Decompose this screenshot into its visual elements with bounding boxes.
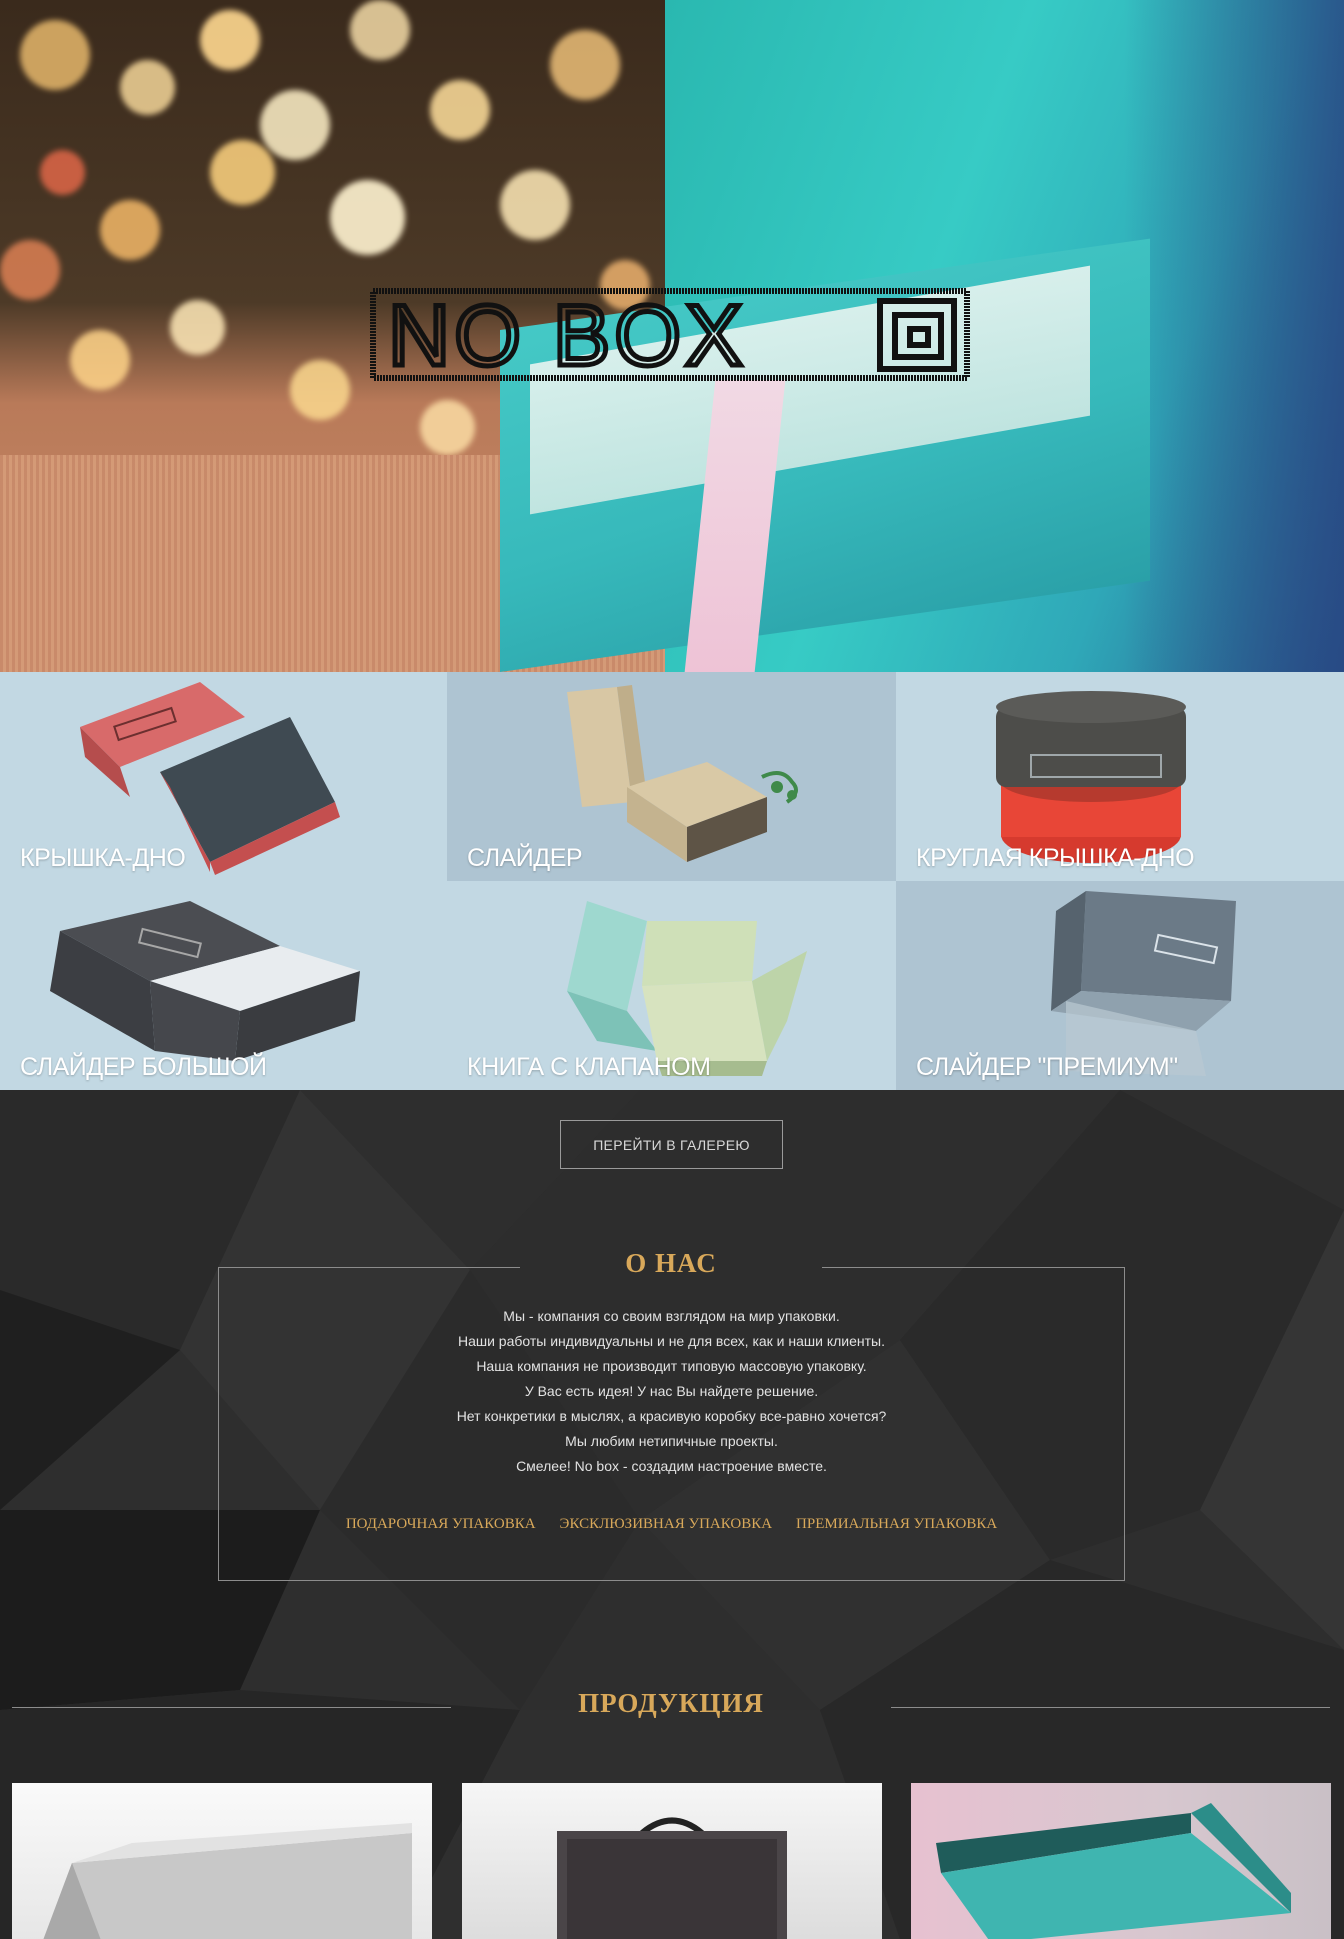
about-line: Мы - компания со своим взглядом на мир у… bbox=[503, 1308, 840, 1324]
bokeh-light bbox=[0, 240, 60, 300]
bokeh-light bbox=[170, 300, 225, 355]
about-line: Нет конкретики в мыслях, а красивую коро… bbox=[456, 1408, 887, 1424]
about-line: Смелее! No box - создадим настроение вме… bbox=[516, 1458, 827, 1474]
brand-logo[interactable]: NO BOX bbox=[370, 287, 970, 382]
category-label: СЛАЙДЕР БОЛЬШОЙ bbox=[20, 1053, 267, 1081]
category-tile-slider-premium[interactable]: СЛАЙДЕР "ПРЕМИУМ" bbox=[896, 881, 1344, 1090]
bokeh-light bbox=[500, 170, 570, 240]
brand-logo-image: NO BOX bbox=[370, 287, 970, 382]
about-line: Наши работы индивидуальны и не для всех,… bbox=[457, 1333, 886, 1349]
bokeh-light bbox=[20, 20, 90, 90]
about-line: Наша компания не производит типовую масс… bbox=[476, 1358, 867, 1374]
square-spiral-icon bbox=[877, 298, 957, 372]
bokeh-light bbox=[210, 140, 275, 205]
category-tile-lid-bottom[interactable]: КРЫШКА-ДНО bbox=[0, 672, 447, 881]
exclusive-packaging-link[interactable]: ЭКСКЛЮЗИВНАЯ УПАКОВКА bbox=[560, 1516, 773, 1533]
category-tile-round-lid[interactable]: КРУГЛАЯ КРЫШКА-ДНО bbox=[896, 672, 1344, 881]
category-tile-slider-large[interactable]: СЛАЙДЕР БОЛЬШОЙ bbox=[0, 881, 447, 1090]
bokeh-light bbox=[290, 360, 350, 420]
bokeh-light bbox=[40, 150, 85, 195]
premium-packaging-link[interactable]: ПРЕМИАЛЬНАЯ УПАКОВКА bbox=[796, 1516, 997, 1533]
bokeh-light bbox=[550, 30, 620, 100]
about-text: Мы - компания со своим взглядом на мир у… bbox=[218, 1304, 1125, 1479]
bokeh-light bbox=[70, 330, 130, 390]
bokeh-light bbox=[330, 180, 405, 255]
bokeh-light bbox=[420, 400, 475, 455]
product-card[interactable] bbox=[12, 1783, 432, 1939]
svg-text:NO BOX: NO BOX bbox=[388, 288, 747, 382]
bokeh-light bbox=[430, 80, 490, 140]
bokeh-light bbox=[200, 10, 260, 70]
category-tile-book-flap[interactable]: КНИГА С КЛАПАНОМ bbox=[447, 881, 896, 1090]
category-label: КРЫШКА-ДНО bbox=[20, 844, 186, 872]
dark-content-section: ПЕРЕЙТИ В ГАЛЕРЕЮ О НАС Мы - компания со… bbox=[0, 1090, 1344, 1939]
hero-banner: NO BOX bbox=[0, 0, 1344, 672]
teal-book-box-image bbox=[936, 1803, 1291, 1939]
dark-gift-box-image bbox=[557, 1817, 787, 1939]
category-tile-slider[interactable]: СЛАЙДЕР bbox=[447, 672, 896, 881]
premium-slider-box-image bbox=[1051, 891, 1236, 1076]
products-title: ПРОДУКЦИЯ bbox=[578, 1688, 764, 1718]
product-card[interactable] bbox=[911, 1783, 1331, 1939]
products-divider bbox=[891, 1707, 1330, 1708]
category-label: КНИГА С КЛАПАНОМ bbox=[467, 1053, 711, 1081]
gift-packaging-link[interactable]: ПОДАРОЧНАЯ УПАКОВКА bbox=[346, 1516, 536, 1533]
about-links: ПОДАРОЧНАЯ УПАКОВКА ЭКСКЛЮЗИВНАЯ УПАКОВК… bbox=[218, 1516, 1125, 1533]
bokeh-light bbox=[260, 90, 330, 160]
white-box-image bbox=[43, 1823, 412, 1939]
about-line: У Вас есть идея! У нас Вы найдете решени… bbox=[524, 1383, 819, 1399]
products-divider bbox=[12, 1707, 451, 1708]
bokeh-light bbox=[100, 200, 160, 260]
about-line: Мы любим нетипичные проекты. bbox=[565, 1433, 778, 1449]
category-label: КРУГЛАЯ КРЫШКА-ДНО bbox=[916, 844, 1195, 872]
dark-slider-box-image bbox=[50, 901, 360, 1061]
category-label: СЛАЙДЕР "ПРЕМИУМ" bbox=[916, 1053, 1178, 1081]
about-title: О НАС bbox=[625, 1248, 717, 1278]
category-grid: КРЫШКА-ДНО СЛАЙДЕР КРУГЛАЯ КРЫШКА-ДНО СЛ… bbox=[0, 672, 1344, 1090]
product-card[interactable] bbox=[462, 1783, 882, 1939]
bokeh-light bbox=[350, 0, 410, 60]
gallery-button[interactable]: ПЕРЕЙТИ В ГАЛЕРЕЮ bbox=[560, 1120, 783, 1169]
category-label: СЛАЙДЕР bbox=[467, 844, 583, 872]
bokeh-light bbox=[120, 60, 175, 115]
